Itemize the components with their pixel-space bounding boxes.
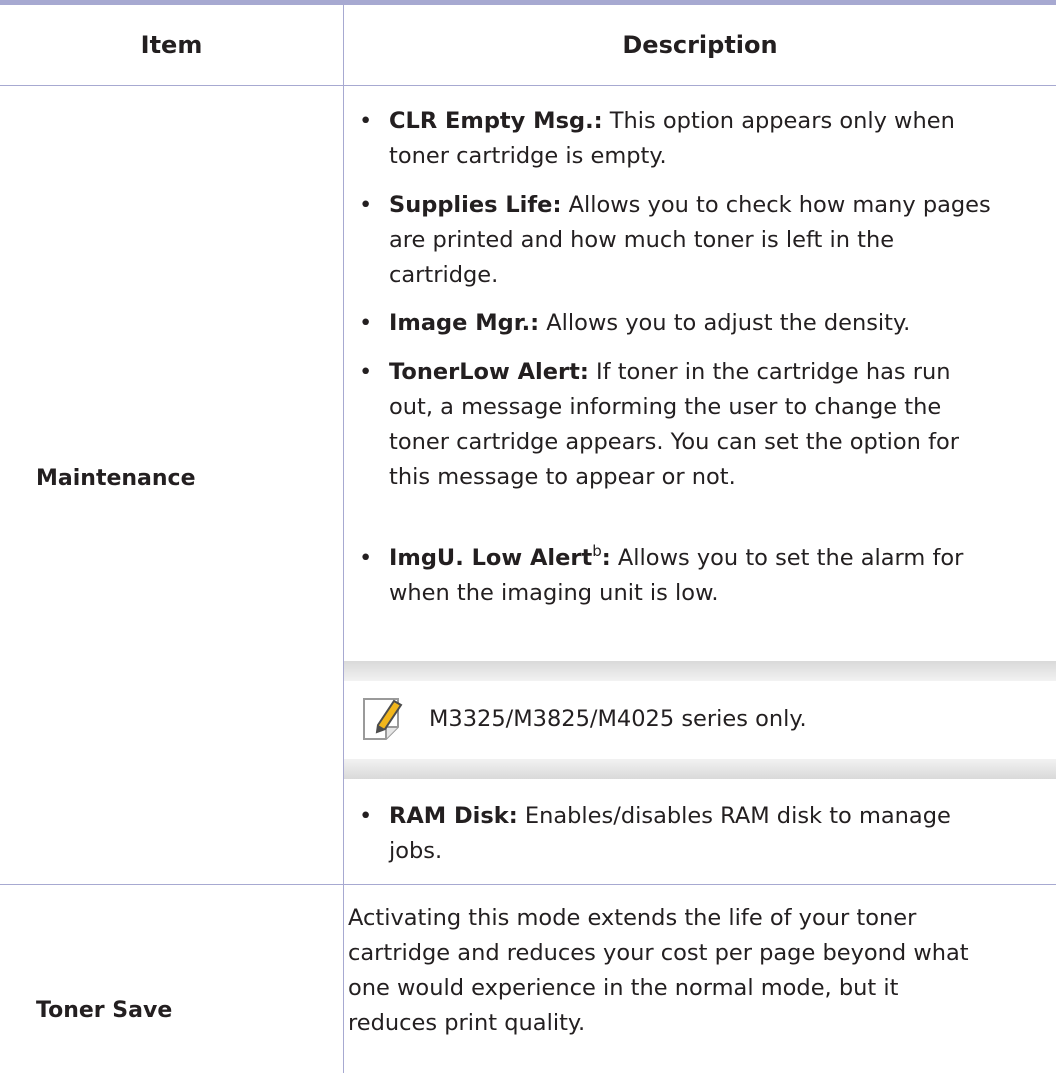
bullet-dot: • (359, 192, 373, 218)
column-divider (343, 5, 344, 1073)
desc-line: cartridge and reduces your cost per page… (348, 940, 969, 966)
bullet-dot: • (359, 545, 373, 571)
bullet-supplies-life: • Supplies Life: Allows you to check how… (359, 188, 1049, 293)
item-maintenance: Maintenance (36, 466, 196, 491)
bullet-ram-disk: • RAM Disk: Enables/disables RAM disk to… (359, 799, 1049, 869)
bullet-clr-empty-msg: • CLR Empty Msg.: This option appears on… (359, 104, 1049, 174)
note-band-bottom (344, 759, 1056, 779)
bullet-imgu-low-alert: • ImgU. Low Alertb: Allows you to set th… (359, 542, 964, 607)
note-box: M3325/M3825/M4025 series only. (344, 661, 1056, 779)
note-pencil-icon (358, 693, 410, 745)
item-toner-save: Toner Save (36, 998, 173, 1023)
note-text: M3325/M3825/M4025 series only. (429, 706, 807, 732)
header-description: Description (622, 31, 778, 59)
header-item: Item (140, 31, 203, 59)
row-divider (0, 884, 1056, 885)
bullet-dot: • (359, 310, 373, 336)
desc-line: one would experience in the normal mode,… (348, 975, 899, 1001)
bullet-image-mgr: • Image Mgr.: Allows you to adjust the d… (359, 306, 1049, 341)
toner-save-description: Activating this mode extends the life of… (348, 901, 1038, 1041)
bullet-dot: • (359, 359, 373, 385)
table-header: Item Description (0, 5, 1056, 86)
desc-line: Activating this mode extends the life of… (348, 905, 917, 931)
note-band-top (344, 661, 1056, 681)
bullet-dot: • (359, 108, 373, 134)
bullet-dot: • (359, 803, 373, 829)
desc-line: reduces print quality. (348, 1010, 586, 1036)
bullet-tonerlow-alert: • TonerLow Alert: If toner in the cartri… (359, 355, 1049, 495)
